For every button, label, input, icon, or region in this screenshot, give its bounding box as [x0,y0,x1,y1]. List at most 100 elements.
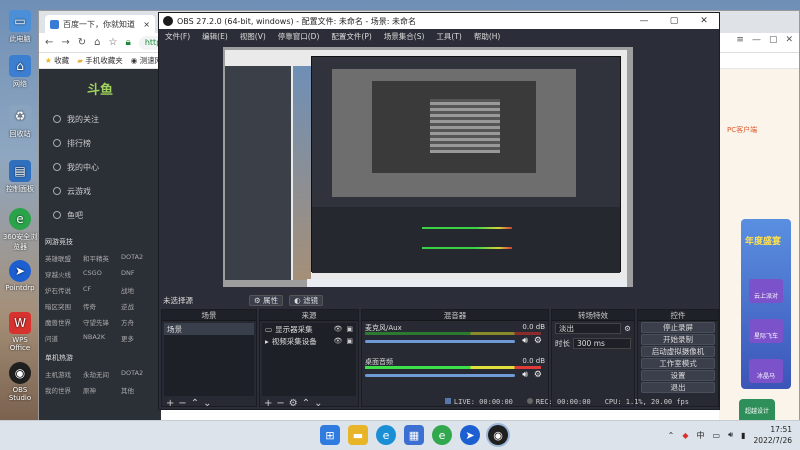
maximize-icon[interactable]: ▢ [659,16,689,26]
category-link[interactable]: 炉石传说 [45,285,79,295]
battery-icon[interactable]: ▮ [741,431,745,440]
settings-button[interactable]: 设置 [641,370,715,381]
store-icon[interactable]: ▦ [404,425,424,445]
category-link[interactable]: DOTA2 [121,369,155,379]
sidebar-item-rank[interactable]: 排行榜 [39,131,161,155]
desktop-icon-obs[interactable]: ◉ OBS Studio [2,362,38,402]
desktop-icon-this-pc[interactable]: ▭ 此电脑 [2,10,38,44]
ime-indicator[interactable]: 中 [697,430,705,441]
category-link[interactable]: 更多 [121,333,155,343]
category-link[interactable]: 英雄联盟 [45,253,79,263]
douyu-logo[interactable]: 斗鱼 [39,69,161,107]
category-link[interactable]: 原神 [83,385,117,395]
menu-docks[interactable]: 停靠窗口(D) [278,31,320,42]
antivirus-icon[interactable]: ◆ [682,431,688,440]
lock-icon[interactable]: ▣ [346,325,353,333]
close-icon[interactable]: ✕ [785,35,793,45]
category-link[interactable]: 战地 [121,285,155,295]
category-link[interactable]: 逆战 [121,301,155,311]
preview-canvas[interactable] [223,47,633,287]
desktop-icon-recycle-bin[interactable]: ♻ 回收站 [2,105,38,139]
forward-icon[interactable]: → [61,37,69,48]
category-link[interactable]: 其他 [121,385,155,395]
file-explorer-icon[interactable]: ▬ [348,425,368,445]
duration-input[interactable]: 300 ms [573,338,631,349]
category-link[interactable]: 我的世界 [45,385,79,395]
transition-select[interactable]: 淡出 [555,323,622,334]
bookmark-mobile[interactable]: ▰ 手机收藏夹 [77,55,123,66]
desktop-icon-control-panel[interactable]: ▤ 控制面板 [2,160,38,194]
show-hidden-icons-icon[interactable]: ⌃ [668,431,675,440]
start-recording-button[interactable]: 开始录制 [641,334,715,345]
gear-icon[interactable]: ⚙ [534,336,542,346]
source-item[interactable]: ▸ 视频采集设备 👁︎ ▣ [262,335,356,347]
windows-start-icon[interactable]: ⊞ [320,425,340,445]
desktop-icon-wps[interactable]: W WPS Office [2,312,38,352]
close-tab-icon[interactable]: × [143,20,150,29]
clock[interactable]: 17:51 2022/7/26 [754,424,792,446]
filters-button[interactable]: ◐ 滤镜 [289,294,324,306]
menu-edit[interactable]: 编辑(E) [202,31,228,42]
minimize-icon[interactable]: — [752,35,761,45]
bookmark-star-icon[interactable]: ☆ [109,37,118,48]
eye-icon[interactable]: 👁︎ [333,325,342,333]
category-link[interactable]: DOTA2 [121,253,155,263]
menu-scene-collection[interactable]: 场景集合(S) [384,31,425,42]
sidebar-item-cloud-game[interactable]: 云游戏 [39,179,161,203]
gear-icon[interactable]: ⚙ [624,324,631,333]
volume-slider[interactable] [365,340,515,343]
desktop-icon-network[interactable]: ⌂ 网络 [2,55,38,89]
pc-client-badge[interactable]: PC客户端 [727,125,757,135]
obs-title-bar[interactable]: OBS 27.2.0 (64-bit, windows) - 配置文件: 未命名… [159,13,719,29]
category-link[interactable]: 永劫无间 [83,369,117,379]
category-link[interactable]: 穿越火线 [45,269,79,279]
sidebar-item-follow[interactable]: 我的关注 [39,107,161,131]
desktop-icon-pointdrp[interactable]: ➤ Pointdrp [2,260,38,292]
edge-icon[interactable]: e [376,425,396,445]
pointdrp-icon[interactable]: ➤ [460,425,480,445]
back-icon[interactable]: ← [45,37,53,48]
exit-button[interactable]: 退出 [641,382,715,393]
category-link[interactable]: 魔兽世界 [45,317,79,327]
category-link[interactable]: 暗区突围 [45,301,79,311]
360-browser-icon[interactable]: e [432,425,452,445]
promo-item[interactable]: 云上派对 [749,279,783,303]
speaker-icon[interactable]: 🔊︎ [522,370,528,380]
menu-view[interactable]: 视图(V) [240,31,266,42]
category-link[interactable]: 主机游戏 [45,369,79,379]
volume-icon[interactable]: 🔊︎ [728,430,733,440]
menu-icon[interactable]: ≡ [736,35,744,45]
volume-slider[interactable] [365,374,515,377]
category-link[interactable]: 和平精英 [83,253,117,263]
lock-icon[interactable]: ▣ [346,337,353,345]
sidebar-item-yuba[interactable]: 鱼吧 [39,203,161,227]
promo-item[interactable]: 星际飞车 [749,319,783,343]
category-link[interactable]: DNF [121,269,155,279]
obs-icon[interactable]: ◉ [488,425,508,445]
network-icon[interactable]: ▭ [713,431,721,440]
category-link[interactable]: 问道 [45,333,79,343]
browser-tab[interactable]: 百度一下，你就知道 × [45,15,155,33]
scene-item[interactable]: 场景 [164,323,254,335]
reload-icon[interactable]: ↻ [78,37,86,48]
stop-streaming-button[interactable]: 停止录屏 [641,322,715,333]
menu-help[interactable]: 帮助(H) [474,31,501,42]
eye-icon[interactable]: 👁︎ [333,337,342,345]
category-link[interactable]: 守望先锋 [83,317,117,327]
category-link[interactable]: 方舟 [121,317,155,327]
bookmark-favorites[interactable]: ★ 收藏 [45,55,69,66]
sidebar-item-center[interactable]: 我的中心 [39,155,161,179]
desktop-icon-browser[interactable]: e 360安全浏览器 [2,208,38,252]
maximize-icon[interactable]: ▢ [769,35,778,45]
gear-icon[interactable]: ⚙ [534,370,542,380]
category-link[interactable]: 传奇 [83,301,117,311]
start-virtual-camera-button[interactable]: 启动虚拟摄像机 [641,346,715,357]
menu-tools[interactable]: 工具(T) [436,31,461,42]
speaker-icon[interactable]: 🔊︎ [522,336,528,346]
category-link[interactable]: CF [83,285,117,295]
category-link[interactable]: NBA2K [83,333,117,343]
minimize-icon[interactable]: — [629,16,659,26]
studio-mode-button[interactable]: 工作室模式 [641,358,715,369]
home-icon[interactable]: ⌂ [94,37,100,48]
promo-item[interactable]: 冰晶马 [749,359,783,383]
